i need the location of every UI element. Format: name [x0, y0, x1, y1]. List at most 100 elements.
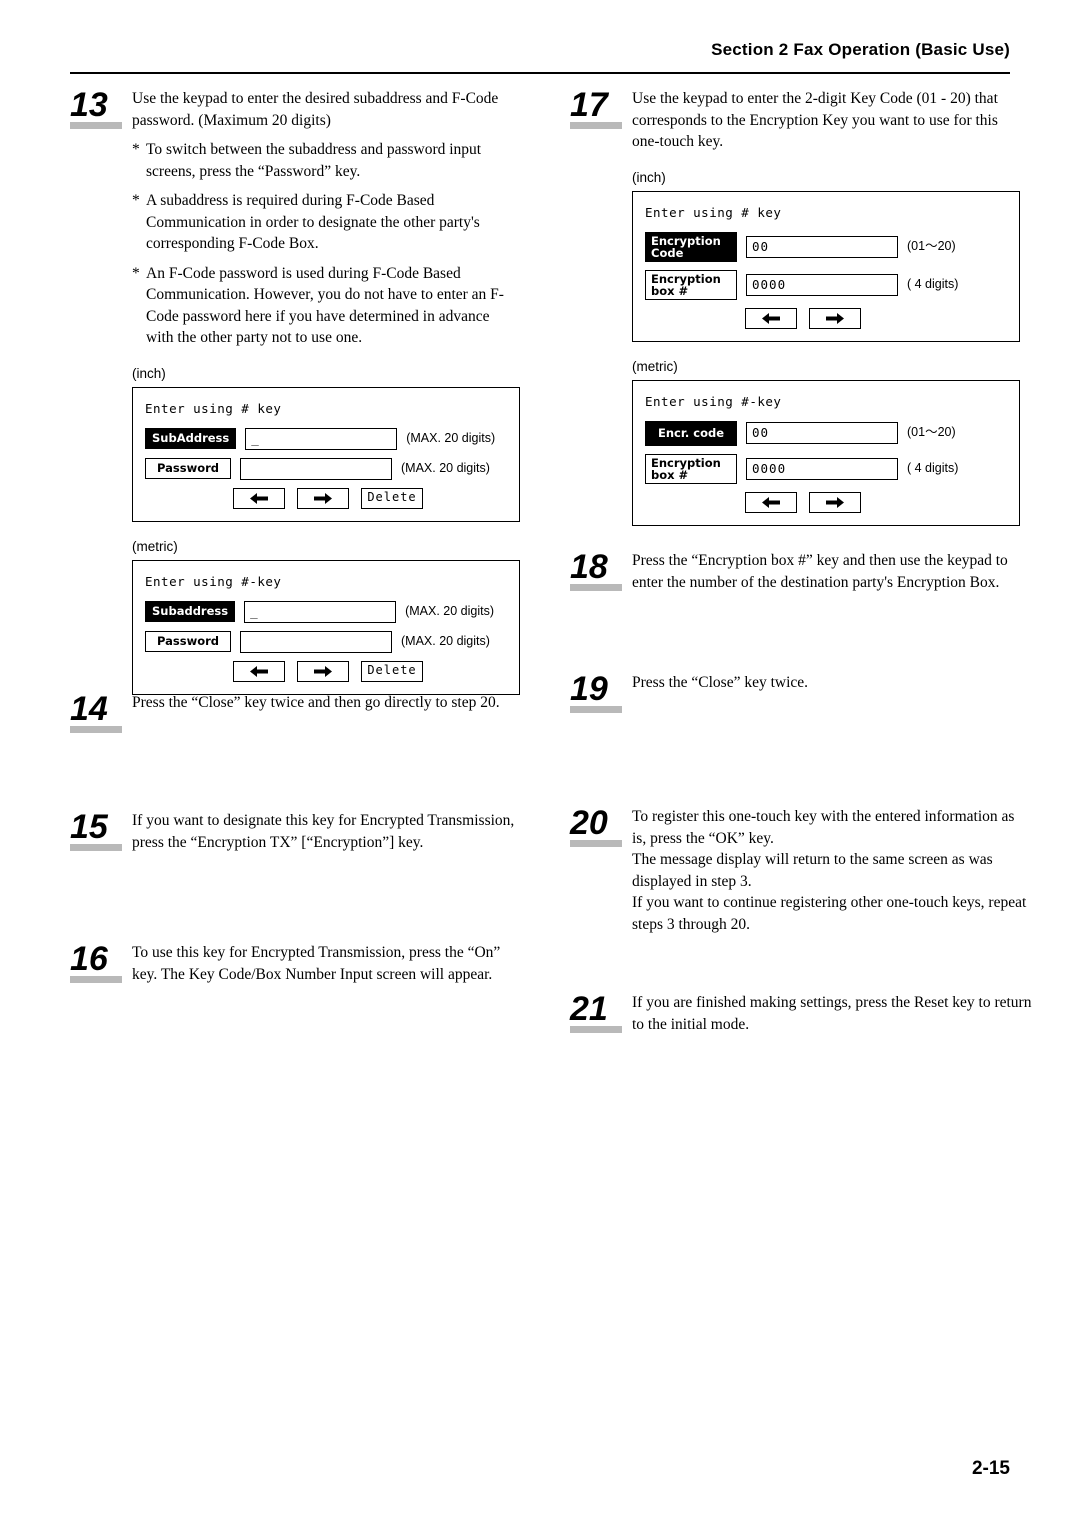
password-row: Password (MAX. 20 digits) [145, 457, 507, 480]
delete-button[interactable]: Delete [361, 660, 423, 682]
encryption-box-input[interactable]: 0000 [746, 457, 898, 480]
step-13-bullet-3-text: An F-Code password is used during F-Code… [146, 264, 504, 347]
left-arrow-button[interactable] [233, 660, 285, 682]
step-13-bullet-2-text: A subaddress is required during F-Code B… [146, 192, 480, 252]
left-arrow-button[interactable] [745, 307, 797, 329]
right-arrow-button[interactable] [297, 487, 349, 509]
right-arrow-button[interactable] [297, 660, 349, 682]
encryption-box-key-line2: box # [651, 283, 689, 298]
right-arrow-icon [825, 312, 845, 324]
page-number: 2-15 [971, 1458, 1010, 1479]
step-15-number: 15 [70, 810, 132, 851]
left-arrow-icon [761, 312, 781, 324]
encryption-inch-panel-wrap: (inch) Enter using # key Encryption Code… [632, 167, 1020, 342]
encryption-code-key[interactable]: Encryption Code [645, 231, 737, 262]
step-21: 21 If you are finished making settings, … [570, 992, 1040, 1035]
encryption-box-row: Encryption box # 0000 ( 4 digits) [645, 269, 1007, 300]
encryption-code-key-line2: Code [651, 245, 684, 260]
step-19-body: Press the “Close” key twice. [632, 672, 1032, 694]
bullet-marker: * [132, 141, 140, 158]
right-arrow-button[interactable] [809, 491, 861, 513]
encryption-metric-label: (metric) [632, 358, 678, 374]
encryption-code-input[interactable]: 00 [746, 235, 898, 258]
step-13-bullet-1: * To switch between the subaddress and p… [132, 139, 520, 182]
encryption-code-row: Encryption Code 00 (01～20) [645, 231, 1007, 262]
subaddress-metric-label: (metric) [132, 538, 178, 554]
right-arrow-icon [313, 665, 333, 677]
encryption-code-hint: (01～20) [907, 425, 956, 440]
encryption-box-key[interactable]: Encryption box # [645, 269, 737, 300]
step-13-number: 13 [70, 88, 132, 129]
panel-button-row [645, 307, 1007, 329]
password-input[interactable] [240, 457, 392, 480]
panel-title: Enter using #-key [645, 394, 782, 409]
password-key[interactable]: Password [145, 631, 231, 652]
panel-button-row: Delete [145, 660, 507, 682]
right-arrow-icon [313, 492, 333, 504]
encryption-metric-panel: Enter using #-key Encr. code 00 (01～20) … [632, 380, 1020, 526]
subaddress-metric-panel: Enter using #-key Subaddress _ (MAX. 20 … [132, 560, 520, 695]
subaddress-hint: (MAX. 20 digits) [405, 603, 495, 618]
step-13: 13 Use the keypad to enter the desired s… [70, 88, 520, 695]
step-13-bullet-1-text: To switch between the subaddress and pas… [146, 141, 482, 180]
encryption-inch-label: (inch) [632, 169, 666, 185]
subaddress-inch-panel: Enter using # key SubAddress _ (MAX. 20 … [132, 387, 520, 522]
document-page: Section 2 Fax Operation (Basic Use) 13 U… [0, 0, 1080, 1528]
encryption-code-hint: (01～20) [907, 238, 956, 253]
left-arrow-button[interactable] [233, 487, 285, 509]
step-18: 18 Press the “Encryption box #” key and … [570, 550, 1040, 593]
step-20-lead: To register this one-touch key with the … [632, 808, 1015, 847]
step-15: 15 If you want to designate this key for… [70, 810, 520, 853]
encryption-inch-panel: Enter using # key Encryption Code 00 (01… [632, 191, 1020, 342]
subaddress-key[interactable]: SubAddress [145, 428, 237, 449]
step-20-line2: The message display will return to the s… [632, 851, 993, 890]
step-19-lead: Press the “Close” key twice. [632, 674, 809, 691]
step-14-body: Press the “Close” key twice and then go … [132, 692, 520, 714]
encryption-box-key-line1: Encryption [651, 455, 721, 470]
panel-button-row [645, 491, 1007, 513]
encryption-code-input[interactable]: 00 [746, 422, 898, 444]
encryption-box-hint: ( 4 digits) [907, 460, 959, 475]
left-arrow-icon [249, 665, 269, 677]
panel-title: Enter using # key [645, 205, 782, 220]
step-14-lead: Press the “Close” key twice and then go … [132, 694, 500, 711]
encryption-box-key[interactable]: Encryption box # [645, 453, 737, 484]
right-arrow-button[interactable] [809, 307, 861, 329]
step-16-number: 16 [70, 942, 132, 983]
delete-button[interactable]: Delete [361, 487, 423, 509]
left-arrow-button[interactable] [745, 491, 797, 513]
subaddress-input[interactable]: _ [245, 427, 398, 450]
encryption-code-key[interactable]: Encr. code [645, 420, 737, 446]
password-key[interactable]: Password [145, 458, 231, 479]
step-16-body: To use this key for Encrypted Transmissi… [132, 942, 520, 985]
encryption-box-input[interactable]: 0000 [746, 273, 898, 296]
panel-button-row: Delete [145, 487, 507, 509]
encryption-box-key-line2: box # [651, 467, 689, 482]
step-17-lead: Use the keypad to enter the 2-digit Key … [632, 90, 998, 150]
step-17: 17 Use the keypad to enter the 2-digit K… [570, 88, 1020, 526]
subaddress-key[interactable]: Subaddress [145, 601, 236, 622]
subaddress-row: Subaddress _ (MAX. 20 digits) [145, 600, 507, 623]
step-21-number: 21 [570, 992, 632, 1033]
step-13-body: Use the keypad to enter the desired suba… [132, 88, 520, 695]
subaddress-input[interactable]: _ [244, 600, 397, 623]
panel-title: Enter using #-key [145, 574, 282, 589]
step-13-lead: Use the keypad to enter the desired suba… [132, 90, 499, 129]
step-18-body: Press the “Encryption box #” key and the… [632, 550, 1032, 593]
bullet-marker: * [132, 192, 140, 209]
password-input[interactable] [240, 630, 392, 653]
password-hint: (MAX. 20 digits) [401, 460, 490, 475]
step-15-body: If you want to designate this key for En… [132, 810, 520, 853]
step-20-number: 20 [570, 806, 632, 847]
step-16-lead: To use this key for Encrypted Transmissi… [132, 944, 501, 983]
step-14: 14 Press the “Close” key twice and then … [70, 692, 520, 733]
header-rule [70, 72, 1010, 74]
step-14-number: 14 [70, 692, 132, 733]
left-arrow-icon [761, 496, 781, 508]
bullet-marker: * [132, 264, 140, 282]
subaddress-hint: (MAX. 20 digits) [406, 430, 496, 445]
step-17-number: 17 [570, 88, 632, 129]
encryption-box-hint: ( 4 digits) [907, 276, 959, 291]
step-21-lead: If you are finished making settings, pre… [632, 994, 1032, 1033]
encryption-box-key-line1: Encryption [651, 271, 721, 286]
